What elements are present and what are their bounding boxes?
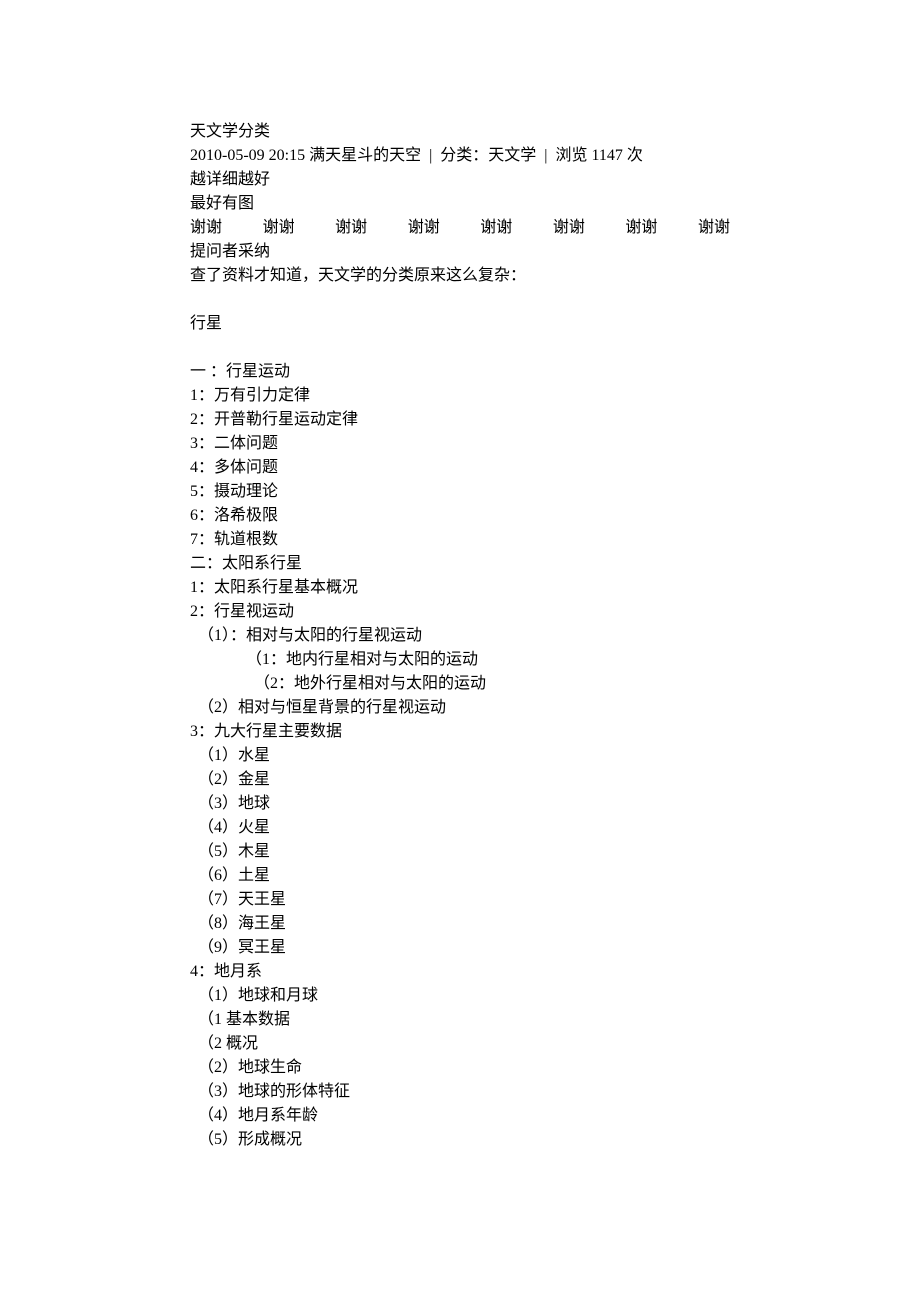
list-item: 2：行星视运动 bbox=[190, 600, 730, 624]
list-item: 2：开普勒行星运动定律 bbox=[190, 408, 730, 432]
sub-sub-item: （2：地外行星相对与太阳的运动 bbox=[190, 672, 730, 696]
sub-item: （5）形成概况 bbox=[190, 1128, 730, 1152]
thanks-word: 谢谢 bbox=[190, 216, 222, 240]
sub-item: （8）海王星 bbox=[190, 912, 730, 936]
meta-line: 2010-05-09 20:15 满天星斗的天空 | 分类：天文学 | 浏览 1… bbox=[190, 144, 730, 168]
sub-item: （2）金星 bbox=[190, 768, 730, 792]
list-item: 1：万有引力定律 bbox=[190, 384, 730, 408]
sub-item: （1）：相对与太阳的行星视运动 bbox=[190, 624, 730, 648]
list-item: 4：多体问题 bbox=[190, 456, 730, 480]
question-title: 天文学分类 bbox=[190, 120, 730, 144]
sub-item: （2 概况 bbox=[190, 1032, 730, 1056]
sub-item: （5）木星 bbox=[190, 840, 730, 864]
blank-line bbox=[190, 288, 730, 312]
section-heading: 行星 bbox=[190, 312, 730, 336]
sub-item: （3）地球的形体特征 bbox=[190, 1080, 730, 1104]
sub-item: （2）地球生命 bbox=[190, 1056, 730, 1080]
request-detail: 越详细越好 bbox=[190, 168, 730, 192]
blank-line bbox=[190, 336, 730, 360]
sub-item: （1）地球和月球 bbox=[190, 984, 730, 1008]
request-image: 最好有图 bbox=[190, 192, 730, 216]
sub-item: （1 基本数据 bbox=[190, 1008, 730, 1032]
thanks-word: 谢谢 bbox=[625, 216, 657, 240]
thanks-word: 谢谢 bbox=[553, 216, 585, 240]
thanks-word: 谢谢 bbox=[335, 216, 367, 240]
h2-heading: 二：太阳系行星 bbox=[190, 552, 730, 576]
sub-item: （6）土星 bbox=[190, 864, 730, 888]
thanks-line: 谢谢 谢谢 谢谢 谢谢 谢谢 谢谢 谢谢 谢谢 bbox=[190, 216, 730, 240]
list-item: 3：九大行星主要数据 bbox=[190, 720, 730, 744]
sub-item: （9）冥王星 bbox=[190, 936, 730, 960]
answer-adopt: 提问者采纳 bbox=[190, 240, 730, 264]
sub-item: （3）地球 bbox=[190, 792, 730, 816]
sub-item: （4）地月系年龄 bbox=[190, 1104, 730, 1128]
list-item: 4：地月系 bbox=[190, 960, 730, 984]
sub-item: （4）火星 bbox=[190, 816, 730, 840]
list-item: 3：二体问题 bbox=[190, 432, 730, 456]
thanks-word: 谢谢 bbox=[480, 216, 512, 240]
thanks-word: 谢谢 bbox=[263, 216, 295, 240]
thanks-word: 谢谢 bbox=[408, 216, 440, 240]
h1-heading: 一 ：行星运动 bbox=[190, 360, 730, 384]
list-item: 7：轨道根数 bbox=[190, 528, 730, 552]
sub-sub-item: （1：地内行星相对与太阳的运动 bbox=[190, 648, 730, 672]
list-item: 6：洛希极限 bbox=[190, 504, 730, 528]
sub-item: （1）水星 bbox=[190, 744, 730, 768]
list-item: 5：摄动理论 bbox=[190, 480, 730, 504]
answer-intro: 查了资料才知道，天文学的分类原来这么复杂： bbox=[190, 264, 730, 288]
list-item: 1：太阳系行星基本概况 bbox=[190, 576, 730, 600]
sub-item: （2）相对与恒星背景的行星视运动 bbox=[190, 696, 730, 720]
sub-item: （7）天王星 bbox=[190, 888, 730, 912]
thanks-word: 谢谢 bbox=[698, 216, 730, 240]
